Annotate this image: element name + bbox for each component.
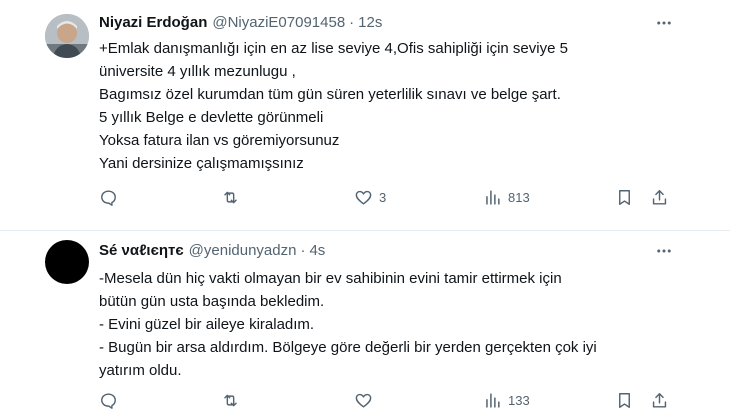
separator-dot: · xyxy=(300,241,306,259)
more-horizontal-icon xyxy=(657,249,671,253)
tweet-text-line: - Evini güzel bir aileye kiraladım. xyxy=(99,316,315,333)
views-button[interactable]: 813 xyxy=(483,184,530,210)
share-upload-icon xyxy=(652,189,667,205)
timestamp[interactable]: 4s xyxy=(309,242,325,259)
reply-bubble-icon xyxy=(101,189,116,206)
heart-icon xyxy=(355,190,372,205)
reply-bubble-icon xyxy=(101,392,116,409)
tweet-text-line: bütün gün usta başında bekledim. xyxy=(99,293,325,310)
reply-button[interactable] xyxy=(99,387,124,413)
tweet-text: -Mesela dün hiç vakti olmayan bir ev sah… xyxy=(99,267,659,382)
author-name[interactable]: Sé ναℓιєηтє xyxy=(99,242,184,259)
tweet[interactable]: Niyazi Erdoğan @NiyaziE07091458 · 12s +E… xyxy=(0,0,730,231)
avatar-photo-icon xyxy=(45,14,89,58)
tweet-text-line: Bagımsız özel kurumdan tüm gün süren yet… xyxy=(99,86,561,103)
separator-dot: · xyxy=(349,13,355,31)
tweet-text: +Emlak danışmanlığı için en az lise sevi… xyxy=(99,37,659,175)
retweet-icon xyxy=(224,191,237,203)
share-button[interactable] xyxy=(650,387,669,413)
more-horizontal-icon xyxy=(657,21,671,25)
views-bar-chart-icon xyxy=(486,189,500,205)
tweet-text-line: üniversite 4 yıllık mezunlugu , xyxy=(99,63,296,80)
tweet-text-line: Yani dersinize çalışmamışsınız xyxy=(99,155,304,172)
author-handle[interactable]: @NiyaziE07091458 xyxy=(212,14,345,31)
heart-icon xyxy=(355,393,372,408)
reply-button[interactable] xyxy=(99,184,124,210)
like-button[interactable] xyxy=(354,387,379,413)
author-handle[interactable]: @yenidunyadzn xyxy=(189,242,297,259)
author-name[interactable]: Niyazi Erdoğan xyxy=(99,14,207,31)
tweet-text-line: yatırım oldu. xyxy=(99,362,182,379)
tweet-header: Niyazi Erdoğan @NiyaziE07091458 · 12s xyxy=(99,12,382,32)
avatar[interactable] xyxy=(45,14,89,58)
retweet-button[interactable] xyxy=(221,184,246,210)
tweet[interactable]: Sé ναℓιєηтє @yenidunyadzn · 4s -Mesela d… xyxy=(0,231,730,420)
like-count: 3 xyxy=(379,189,387,205)
tweet-text-line: -Mesela dün hiç vakti olmayan bir ev sah… xyxy=(99,270,562,287)
tweet-text-line: +Emlak danışmanlığı için en az lise sevi… xyxy=(99,40,568,57)
tweet-text-line: 5 yıllık Belge e devlette görünmeli xyxy=(99,109,324,126)
more-options-button[interactable] xyxy=(654,241,674,261)
bookmark-button[interactable] xyxy=(615,387,634,413)
tweet-text-line: Yoksa fatura ilan vs göremiyorsunuz xyxy=(99,132,340,149)
tweet-header: Sé ναℓιєηтє @yenidunyadzn · 4s xyxy=(99,240,325,260)
view-count: 813 xyxy=(508,189,530,205)
avatar[interactable] xyxy=(45,240,89,284)
action-bar: 3 813 xyxy=(99,184,679,210)
timestamp[interactable]: 12s xyxy=(358,14,382,31)
retweet-icon xyxy=(224,394,237,406)
bookmark-button[interactable] xyxy=(615,184,634,210)
tweet-text-line: - Bugün bir arsa aldırdım. Bölgeye göre … xyxy=(99,339,597,356)
share-upload-icon xyxy=(652,392,667,408)
bookmark-icon xyxy=(619,392,630,408)
views-button[interactable]: 133 xyxy=(483,387,530,413)
view-count: 133 xyxy=(508,392,530,408)
more-options-button[interactable] xyxy=(654,13,674,33)
share-button[interactable] xyxy=(650,184,669,210)
like-button[interactable]: 3 xyxy=(354,184,386,210)
views-bar-chart-icon xyxy=(486,392,500,408)
retweet-button[interactable] xyxy=(221,387,246,413)
bookmark-icon xyxy=(619,189,630,205)
action-bar: 133 xyxy=(99,387,679,413)
